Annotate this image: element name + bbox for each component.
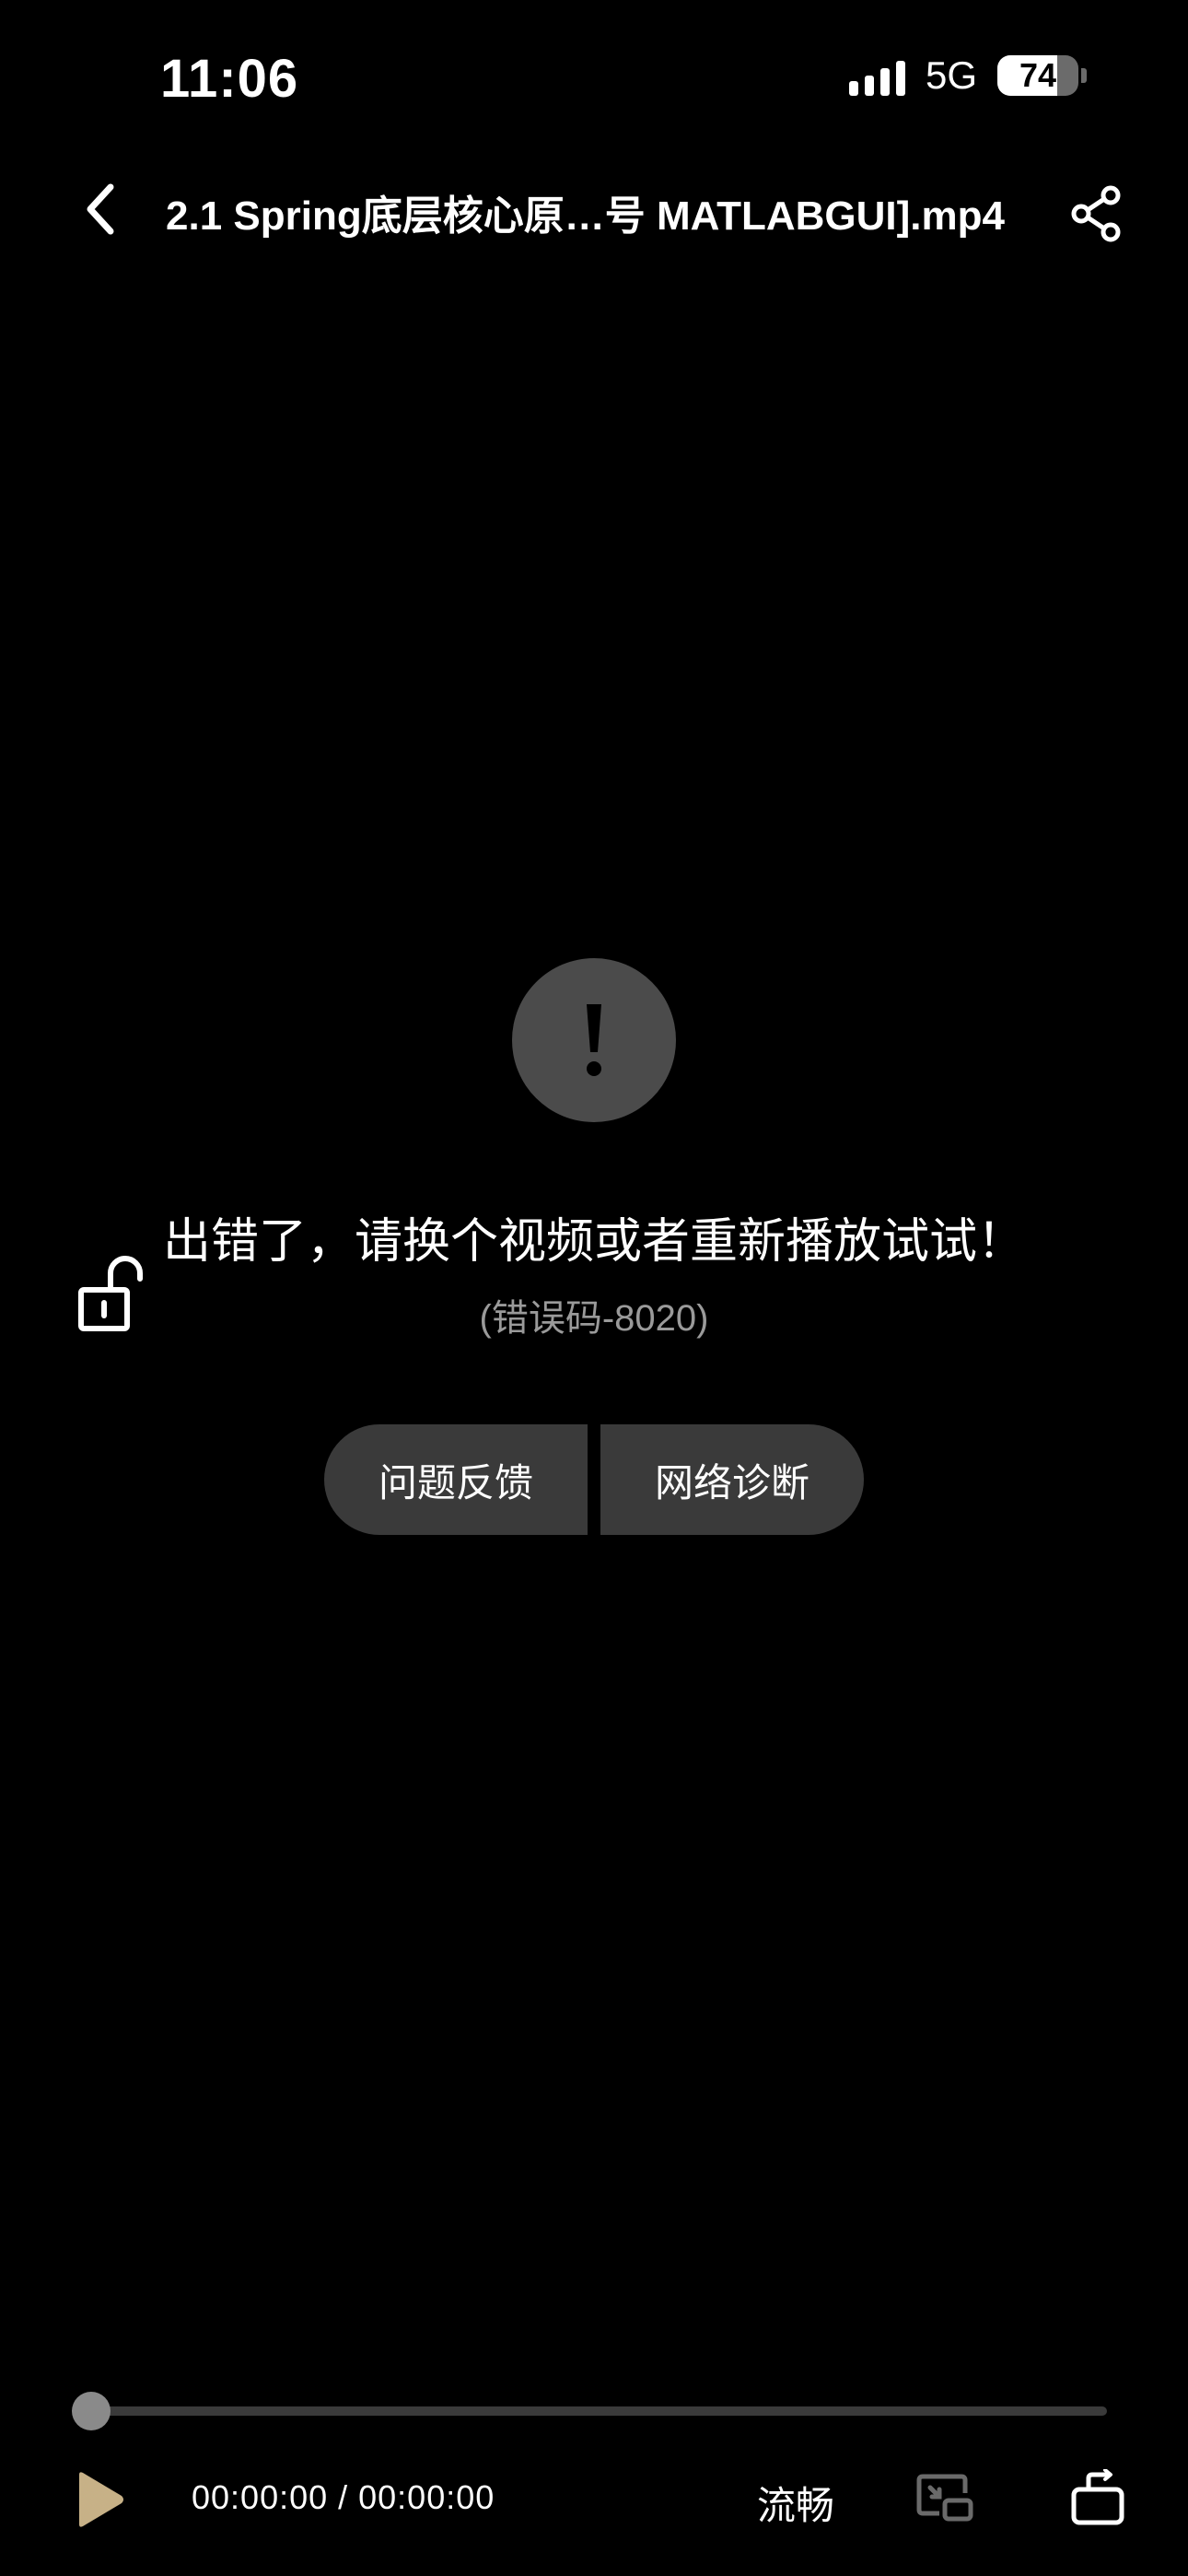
back-button[interactable] (74, 177, 129, 241)
video-title: 2.1 Spring底层核心原…号 MATLABGUI].mp4 (166, 193, 1005, 239)
battery-level: 74 (1019, 56, 1057, 94)
error-circle (512, 958, 676, 1122)
play-icon (79, 2472, 123, 2527)
rotate-screen-button[interactable] (1068, 2468, 1127, 2528)
rotate-screen-icon (1071, 2468, 1124, 2525)
network-diagnosis-button[interactable]: 网络诊断 (600, 1424, 864, 1535)
feedback-button[interactable]: 问题反馈 (324, 1424, 588, 1535)
playback-time: 00:00:00 / 00:00:00 (192, 2478, 495, 2516)
exclamation-icon (587, 1004, 601, 1076)
progress-thumb[interactable] (72, 2392, 111, 2430)
network-type: 5G (925, 53, 977, 97)
play-button[interactable] (72, 2469, 127, 2530)
chevron-left-icon (87, 183, 114, 235)
progress-track[interactable] (90, 2406, 1107, 2416)
share-icon (1071, 185, 1121, 242)
error-message: 出错了，请换个视频或者重新播放试试！ (162, 1215, 1025, 1269)
battery-icon: 74 (997, 55, 1087, 96)
signal-icon (848, 55, 905, 96)
pip-button[interactable] (915, 2473, 974, 2524)
share-button[interactable] (1061, 177, 1135, 251)
status-indicators: 5G 74 (848, 53, 1087, 98)
error-code: (错误码-8020) (479, 1298, 709, 1339)
status-time: 11:06 (160, 49, 299, 109)
quality-selector[interactable]: 流畅 (757, 2475, 834, 2531)
picture-in-picture-icon (916, 2474, 973, 2522)
